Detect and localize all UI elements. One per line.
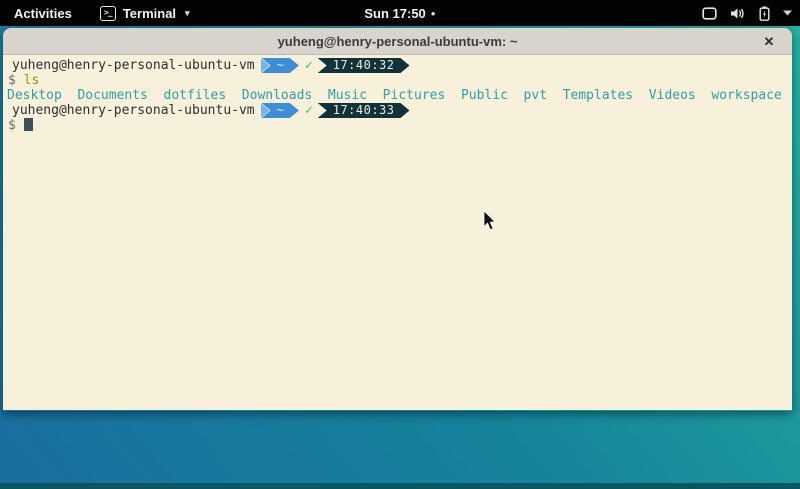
prompt-line: yuheng@henry-personal-ubuntu-vm ~ ✓ 17:4… <box>3 58 792 73</box>
mouse-cursor <box>483 211 496 231</box>
command-line: $ ls <box>3 73 792 88</box>
system-status-area[interactable] <box>702 0 792 26</box>
desktop-screen: Activities >_ Terminal ▾ Sun 17:50 ● <box>0 0 800 489</box>
volume-icon <box>730 7 746 20</box>
app-menu-label: Terminal <box>123 6 176 21</box>
clock-label: Sun 17:50 <box>364 6 425 21</box>
input-line[interactable]: $ <box>3 118 792 133</box>
prompt-user-host: yuheng@henry-personal-ubuntu-vm <box>8 58 255 73</box>
command-text: ls <box>24 73 40 88</box>
prompt-time-segment: 17:40:32 <box>318 58 410 73</box>
window-title: yuheng@henry-personal-ubuntu-vm: ~ <box>278 34 518 49</box>
notification-dot-icon: ● <box>431 9 436 18</box>
activities-button[interactable]: Activities <box>14 6 72 21</box>
prompt-time-segment: 17:40:33 <box>318 103 410 118</box>
ls-output-line: Desktop Documents dotfiles Downloads Mus… <box>3 88 792 103</box>
battery-charging-icon <box>759 6 770 21</box>
status-check-icon: ✓ <box>305 103 313 118</box>
chevron-down-icon: ▾ <box>185 8 190 19</box>
prompt-char: $ <box>8 118 16 133</box>
status-check-icon: ✓ <box>305 58 313 73</box>
top-bar: Activities >_ Terminal ▾ Sun 17:50 ● <box>0 0 800 26</box>
prompt-user-host: yuheng@henry-personal-ubuntu-vm <box>8 103 255 118</box>
close-icon[interactable]: ✕ <box>758 28 780 55</box>
desktop-bottom-edge <box>0 483 800 489</box>
display-icon <box>702 7 717 20</box>
window-titlebar[interactable]: yuheng@henry-personal-ubuntu-vm: ~ ✕ <box>3 28 792 55</box>
terminal-app-icon: >_ <box>100 6 116 21</box>
app-menu-terminal[interactable]: >_ Terminal ▾ <box>100 6 190 21</box>
prompt-char: $ <box>8 73 16 88</box>
chevron-down-icon <box>783 10 792 16</box>
prompt-line: yuheng@henry-personal-ubuntu-vm ~ ✓ 17:4… <box>3 103 792 118</box>
terminal-content[interactable]: yuheng@henry-personal-ubuntu-vm ~ ✓ 17:4… <box>3 55 792 410</box>
terminal-window: yuheng@henry-personal-ubuntu-vm: ~ ✕ yuh… <box>3 28 792 411</box>
directory-list: Desktop Documents dotfiles Downloads Mus… <box>7 88 782 103</box>
terminal-cursor <box>24 118 33 131</box>
